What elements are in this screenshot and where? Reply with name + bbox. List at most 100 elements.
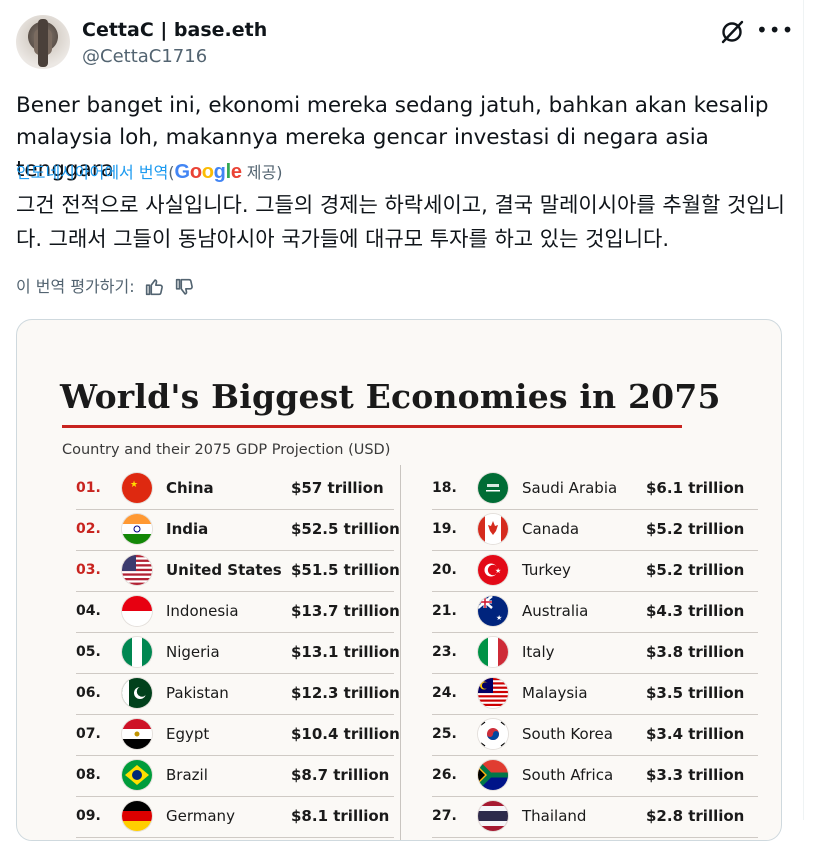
country-name: Nigeria (166, 643, 220, 661)
gdp-value: $3.4 trillion (646, 725, 745, 743)
rank-number: 06. (76, 685, 101, 701)
country-name: Thailand (522, 807, 587, 825)
gdp-value: $13.7 trillion (291, 602, 400, 620)
gdp-value: $8.1 trillion (291, 807, 390, 825)
gdp-value: $6.1 trillion (646, 479, 745, 497)
rank-number: 24. (432, 685, 457, 701)
rank-number: 20. (432, 562, 457, 578)
table-row: 18. Saudi Arabia $6.1 trillion (432, 469, 762, 510)
svg-text:★: ★ (495, 567, 501, 575)
china-flag-icon: ★ (122, 473, 152, 503)
rank-number: 19. (432, 521, 457, 537)
gdp-value: $12.3 trillion (291, 684, 400, 702)
italy-flag-icon (478, 637, 508, 667)
table-row: 20. ★ Turkey $5.2 trillion (432, 551, 762, 592)
rank-number: 23. (432, 644, 457, 660)
rank-number: 25. (432, 726, 457, 742)
turkey-flag-icon: ★ (478, 555, 508, 585)
svg-text:★: ★ (130, 480, 138, 490)
rank-number: 08. (76, 767, 101, 783)
table-row: 26. South Africa $3.3 trillion (432, 756, 762, 797)
translated-from-link[interactable]: 인도네시아어에서 번역 (16, 163, 168, 182)
display-name[interactable]: CettaC | base.eth (82, 18, 267, 42)
country-name: Italy (522, 643, 555, 661)
table-row: 02. India $52.5 trillion (76, 510, 400, 551)
south-korea-flag-icon (478, 719, 508, 749)
media-card[interactable]: World's Biggest Economies in 2075 Countr… (16, 319, 782, 841)
translated-text: 그건 전적으로 사실입니다. 그들의 경제는 하락세이고, 결국 말레이시아를 … (16, 193, 785, 251)
svg-text:★: ★ (496, 614, 502, 622)
gdp-value: $4.3 trillion (646, 602, 745, 620)
user-handle[interactable]: @CettaC1716 (82, 45, 207, 69)
country-name: Turkey (522, 561, 571, 579)
brazil-flag-icon (122, 760, 152, 790)
country-name: Pakistan (166, 684, 229, 702)
table-row: 03. United States $51.5 trillion (76, 551, 400, 592)
country-name: Germany (166, 807, 235, 825)
gdp-value: $13.1 trillion (291, 643, 400, 661)
country-name: Australia (522, 602, 589, 620)
rank-number: 07. (76, 726, 101, 742)
thumbs-down-icon[interactable] (173, 276, 195, 298)
country-name: South Africa (522, 766, 614, 784)
germany-flag-icon (122, 801, 152, 831)
table-row: 06. Pakistan $12.3 trillion (76, 674, 400, 715)
grok-icon[interactable] (719, 19, 745, 45)
india-flag-icon (122, 514, 152, 544)
table-row: 01. ★ China $57 trillion (76, 469, 396, 510)
infographic-image: World's Biggest Economies in 2075 Countr… (20, 323, 778, 840)
google-logo: Google (174, 161, 242, 183)
rate-translation-label: 이 번역 평가하기: (16, 277, 135, 296)
title-underline (62, 425, 682, 428)
table-row: 05. Nigeria $13.1 trillion (76, 633, 400, 674)
rank-number: 09. (76, 808, 101, 824)
country-name: Egypt (166, 725, 210, 743)
gdp-value: $2.8 trillion (646, 807, 745, 825)
column-divider (400, 465, 401, 840)
avatar[interactable] (16, 15, 70, 69)
south-africa-flag-icon (478, 760, 508, 790)
country-name: South Korea (522, 725, 613, 743)
country-name: United States (166, 561, 282, 579)
table-row: 19. Canada $5.2 trillion (432, 510, 762, 551)
thailand-flag-icon (478, 801, 508, 831)
infographic-title: World's Biggest Economies in 2075 (60, 377, 721, 416)
country-name: Canada (522, 520, 580, 538)
gdp-value: $5.2 trillion (646, 561, 745, 579)
gdp-value: $3.8 trillion (646, 643, 745, 661)
table-row: 27. Thailand $2.8 trillion (432, 797, 762, 838)
table-row: 21. ★ Australia $4.3 trillion (432, 592, 762, 633)
more-icon[interactable]: ••• (756, 18, 793, 44)
usa-flag-icon (122, 555, 152, 585)
infographic-subtitle: Country and their 2075 GDP Projection (U… (62, 442, 391, 458)
gdp-value: $52.5 trillion (291, 520, 400, 538)
table-row: 09. Germany $8.1 trillion (76, 797, 396, 838)
rank-number: 01. (76, 480, 101, 496)
pakistan-flag-icon (122, 678, 152, 708)
gdp-value: $8.7 trillion (291, 766, 390, 784)
gdp-value: $10.4 trillion (291, 725, 400, 743)
table-row: 07. Egypt $10.4 trillion (76, 715, 400, 756)
row-divider (432, 837, 758, 838)
gdp-value: $3.3 trillion (646, 766, 745, 784)
country-name: Saudi Arabia (522, 479, 618, 497)
country-name: Brazil (166, 766, 208, 784)
australia-flag-icon: ★ (478, 596, 508, 626)
gdp-value: $3.5 trillion (646, 684, 745, 702)
rank-number: 18. (432, 480, 457, 496)
rate-translation: 이 번역 평가하기: (16, 275, 195, 299)
rank-number: 04. (76, 603, 101, 619)
saudi-arabia-flag-icon (478, 473, 508, 503)
nigeria-flag-icon (122, 637, 152, 667)
gdp-value: $57 trillion (291, 479, 384, 497)
timeline-border (803, 0, 804, 820)
malaysia-flag-icon (478, 678, 508, 708)
canada-flag-icon (478, 514, 508, 544)
gdp-value: $51.5 trillion (291, 561, 400, 579)
country-name: India (166, 520, 209, 538)
thumbs-up-icon[interactable] (143, 276, 165, 298)
country-name: Indonesia (166, 602, 239, 620)
rank-number: 05. (76, 644, 101, 660)
table-row: 23. Italy $3.8 trillion (432, 633, 762, 674)
country-name: Malaysia (522, 684, 588, 702)
